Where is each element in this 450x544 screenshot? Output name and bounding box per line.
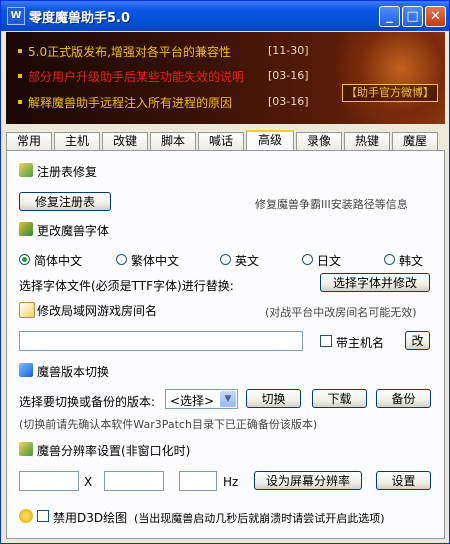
radio-traditional[interactable] [116, 254, 127, 265]
bullet-icon [18, 49, 22, 53]
news-date: [03-16] [268, 95, 309, 108]
tab-script[interactable]: 脚本 [150, 132, 196, 150]
registry-icon [19, 163, 33, 177]
news-text[interactable]: 部分用户升级助手后某些功能失效的说明 [28, 68, 244, 85]
close-button[interactable]: ✕ [425, 6, 446, 27]
section-title-registry: 注册表修复 [37, 165, 98, 179]
radio-label: 英文 [235, 254, 260, 268]
backup-version-button[interactable]: 备份 [376, 389, 431, 408]
tab-host[interactable]: 主机 [54, 132, 100, 150]
download-version-button[interactable]: 下载 [312, 389, 367, 408]
font-file-label: 选择字体文件(必须是TTF字体)进行替换: [19, 279, 234, 293]
title-bar[interactable]: W 零度魔兽助手5.0 _ □ ✕ [1, 1, 449, 31]
radio-simplified[interactable] [19, 254, 30, 265]
choose-font-button[interactable]: 选择字体并修改 [320, 273, 430, 292]
resolution-width-input[interactable] [19, 471, 79, 491]
tab-common[interactable]: 常用 [6, 132, 52, 150]
section-title-font: 更改魔兽字体 [37, 224, 110, 238]
radio-korean[interactable] [384, 254, 395, 265]
set-screen-resolution-button[interactable]: 设为屏幕分辨率 [254, 471, 362, 490]
radio-japanese[interactable] [302, 254, 313, 265]
window-title: 零度魔兽助手5.0 [29, 11, 131, 26]
refresh-rate-input[interactable] [179, 471, 217, 491]
weibo-link[interactable]: 【助手官方微博】 [342, 84, 438, 102]
bullet-icon [18, 74, 22, 78]
host-name-checkbox[interactable] [320, 335, 332, 347]
version-select-value: <选择> [170, 394, 215, 408]
host-name-label: 带主机名 [336, 336, 385, 350]
fix-registry-button[interactable]: 修复注册表 [19, 192, 111, 211]
hz-label: Hz [223, 475, 239, 489]
d3d-hint: (当出现魔兽启动几秒后就崩溃时请尝试开启此选项) [134, 512, 385, 525]
version-select[interactable]: <选择> ▼ [165, 389, 238, 409]
tab-strip: 常用 主机 改键 脚本 喊话 高级 录像 热键 魔屋 [6, 130, 446, 151]
change-room-button[interactable]: 改 [405, 331, 430, 350]
radio-label: 简体中文 [34, 254, 83, 268]
room-name-input[interactable] [19, 331, 303, 351]
switch-version-button[interactable]: 切换 [246, 389, 301, 408]
section-title-resolution: 魔兽分辨率设置(非窗口化时) [37, 444, 191, 458]
tab-house[interactable]: 魔屋 [392, 132, 438, 150]
disable-d3d-label: 禁用D3D绘图 [53, 511, 128, 525]
news-text[interactable]: 5.0正式版发布,增强对各平台的兼容性 [28, 43, 231, 60]
resolution-x-label: X [84, 475, 93, 489]
tab-advanced[interactable]: 高级 [246, 130, 294, 151]
registry-hint: 修复魔兽争霸III安装路径等信息 [255, 198, 408, 211]
edit-icon [19, 302, 35, 318]
radio-english[interactable] [220, 254, 231, 265]
set-resolution-button[interactable]: 设置 [376, 471, 431, 490]
advanced-panel: 注册表修复 修复注册表 修复魔兽争霸III安装路径等信息 更改魔兽字体 简体中文… [6, 150, 445, 539]
news-text[interactable]: 解释魔兽助手远程注入所有进程的原因 [28, 94, 232, 111]
tab-hotkey[interactable]: 热键 [344, 132, 390, 150]
bullet-icon [18, 100, 22, 104]
news-date: [11-30] [268, 44, 309, 57]
chevron-down-icon[interactable]: ▼ [220, 391, 236, 407]
room-hint: (对战平台中改房间名可能无效) [265, 306, 417, 319]
tab-replay[interactable]: 录像 [296, 132, 342, 150]
radio-label: 繁体中文 [131, 254, 180, 268]
news-banner: 5.0正式版发布,增强对各平台的兼容性 [11-30] 部分用户升级助手后某些功… [6, 32, 445, 124]
resolution-height-input[interactable] [104, 471, 164, 491]
resolution-icon [19, 442, 33, 456]
radio-label: 韩文 [399, 254, 424, 268]
maximize-button[interactable]: □ [402, 6, 423, 27]
version-icon [19, 363, 33, 377]
radio-label: 日文 [317, 254, 342, 268]
section-title-version: 魔兽版本切换 [37, 365, 110, 379]
disable-d3d-checkbox[interactable] [37, 510, 49, 522]
version-label: 选择要切换或备份的版本: [19, 395, 156, 409]
info-bubble-icon [19, 509, 33, 523]
section-title-room: 修改局域网游戏房间名 [37, 304, 158, 318]
main-window: W 零度魔兽助手5.0 _ □ ✕ 5.0正式版发布,增强对各平台的兼容性 [1… [0, 0, 450, 544]
font-icon [19, 222, 33, 236]
app-icon: W [7, 7, 25, 25]
tab-shout[interactable]: 喊话 [198, 132, 244, 150]
news-date: [03-16] [268, 69, 309, 82]
version-hint: (切换前请先确认本软件War3Patch目录下已正确备份该版本) [19, 418, 318, 431]
tab-keys[interactable]: 改键 [102, 132, 148, 150]
minimize-button[interactable]: _ [379, 6, 400, 27]
banner-artwork [336, 32, 445, 124]
